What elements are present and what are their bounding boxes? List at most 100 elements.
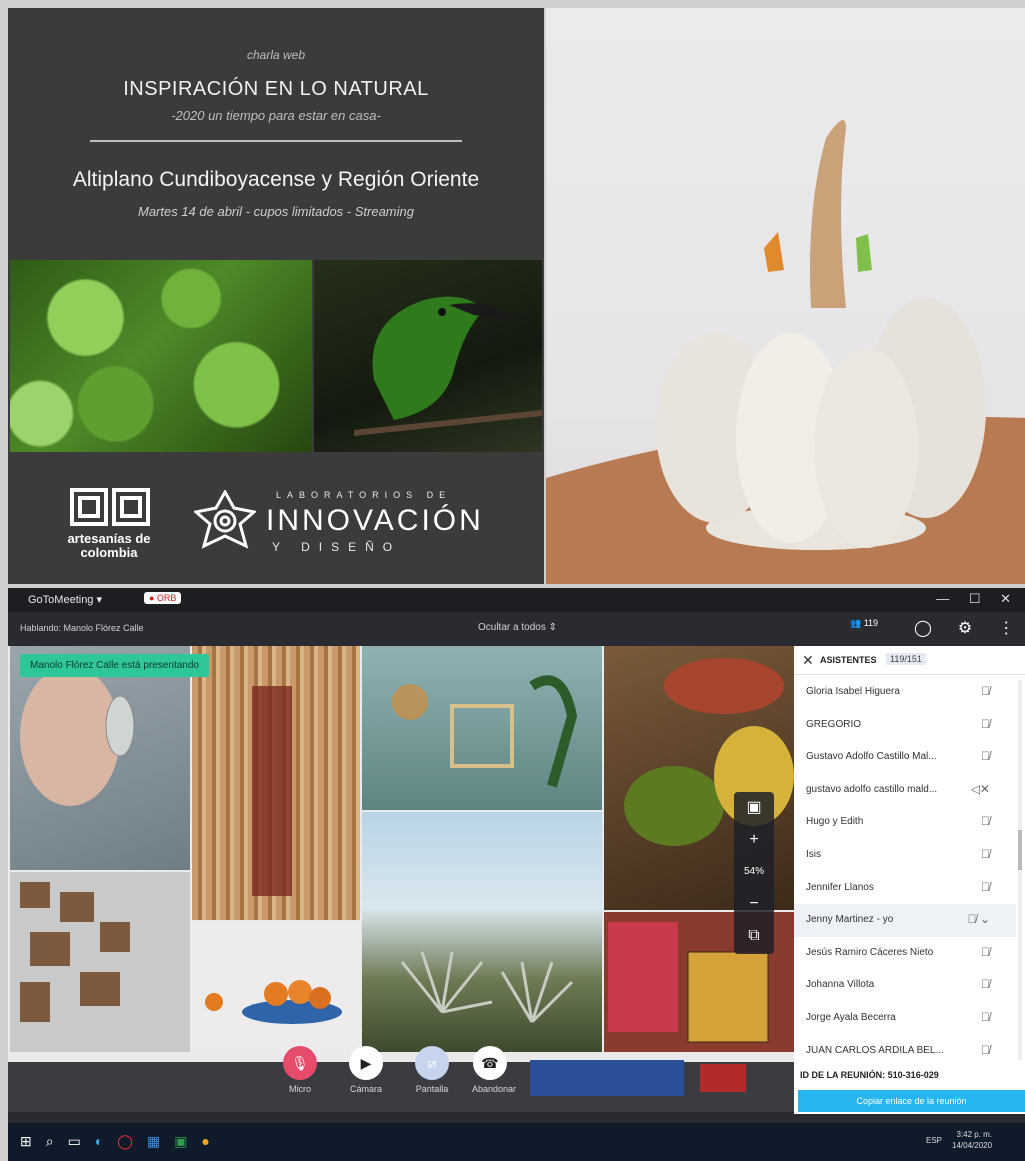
attendee-row[interactable]: Gustavo Adolfo Castillo Mal... 🎙̸ [794,741,1016,774]
excel-icon[interactable]: ▣ [174,1133,201,1149]
event-poster: charla web INSPIRACIÓN EN LO NATURAL -20… [8,8,544,584]
attendee-name: Gustavo Adolfo Castillo Mal... [806,751,937,763]
attendee-row[interactable]: Hugo y Edith 🎙̸ [794,806,1016,839]
poster-date: Martes 14 de abril - cupos limitados - S… [137,204,414,219]
mic-off-icon[interactable]: 🎙̸ [981,977,990,991]
taskbar-icons[interactable]: ⊞⌕▭◐◯▦▣● [20,1133,224,1150]
screen-control[interactable]: ⧄ Pantalla [414,1046,450,1094]
gotomeeting-icon[interactable]: ● [201,1133,223,1149]
attendee-row[interactable]: gustavo adolfo castillo mald... ◁✕ [794,774,1016,807]
mic-off-icon[interactable]: 🎙̸ ⌄ [968,912,990,926]
opera-icon[interactable]: ◯ [117,1133,147,1149]
leave-label: Abandonar [472,1084,517,1094]
mic-off-icon[interactable]: 🎙̸ [981,1043,990,1057]
poster-logos: artesanías de colombia LABORATORIOS DE I… [8,454,544,584]
poster-kicker: charla web [246,48,306,62]
zoom-controls: ▣ + 54% − ⧉ [734,792,774,954]
attendee-name: Gloria Isabel Higuera [806,686,900,697]
app-menu[interactable]: GoToMeeting ▾ [28,593,102,606]
meeting-screen: GoToMeeting ▾ ● ORB — ☐ ✕ Hablando: Mano… [8,588,1025,1161]
attendees-header: ✕ ASISTENTES 119/151 [794,646,1025,675]
presenting-banner: Manolo Flórez Calle está presentando [20,654,209,677]
mic-off-icon[interactable]: 🎙̸ [981,717,990,731]
recording-badge[interactable]: ● ORB [144,592,182,604]
poster-divider [90,140,462,142]
slide-footer-banner [530,1060,684,1096]
attendees-panel: ✕ ASISTENTES 119/151 Gloria Isabel Higue… [794,646,1025,1114]
clock-date: 14/04/2020 [952,1141,993,1150]
attendee-name: Hugo y Edith [806,816,864,828]
attendee-row[interactable]: Jorge Ayala Becerra 🎙̸ [794,1002,1016,1035]
attendee-name: gustavo adolfo castillo mald... [806,783,938,795]
toolbar-icons[interactable]: ◯⚙⋮ [914,618,1025,638]
lab-emblem-icon [194,490,256,549]
clock[interactable]: 3:42 p. m. 14/04/2020 [952,1129,992,1151]
title-bar: GoToMeeting ▾ ● ORB — ☐ ✕ [8,588,1025,612]
attendee-row[interactable]: Gloria Isabel Higuera 🎙̸ [794,676,1016,709]
meeting-controls-bar: 🎙 Micro ▶ Cámara ⧄ Pantalla ☎ Abandonar [8,1046,794,1112]
copy-link-button[interactable]: Copiar enlace de la reunión [798,1090,1025,1112]
mic-control[interactable]: 🎙 Micro [282,1046,318,1094]
more-icon[interactable]: ⋮ [998,620,1025,637]
lab-logo-top: LABORATORIOS DE [276,490,452,500]
attendee-row[interactable]: Jennifer Llanos 🎙̸ [794,872,1016,905]
people-count: 119 [863,618,879,628]
speaking-indicator: Hablando: Manolo Flórez Calle [20,623,144,633]
mic-off-icon[interactable]: 🎙̸ [981,749,990,763]
attendee-row[interactable]: Isis 🎙̸ [794,839,1016,872]
attendee-row[interactable]: JUAN CARLOS ARDILA BEL... 🎙̸ [794,1035,1016,1068]
mic-off-icon[interactable]: 🎙̸ [981,880,990,894]
window-controls[interactable]: — ☐ ✕ [936,591,1019,607]
poster-title: INSPIRACIÓN EN LO NATURAL [123,78,429,100]
attendee-name: Jesús Ramiro Cáceres Nieto [806,946,934,958]
windows-taskbar: ⊞⌕▭◐◯▦▣● ESP 3:42 p. m. 14/04/2020 [8,1123,1025,1161]
fit-screen-icon[interactable]: ⧉ [734,920,774,952]
language-indicator[interactable]: ESP [926,1136,942,1145]
windows-start-icon[interactable]: ⊞ [20,1133,46,1149]
artesanias-logo [70,488,150,526]
bird-photo [314,260,542,452]
scrollbar-thumb[interactable] [1018,830,1022,870]
store-icon[interactable]: ▦ [147,1133,174,1149]
attendee-row[interactable]: Johanna Villota 🎙̸ [794,969,1016,1002]
leaves-photo [10,260,312,452]
camera-off-icon[interactable]: ▶ [349,1046,383,1080]
attendee-row-self[interactable]: Jenny Martinez - yo 🎙̸ ⌄ [794,904,1016,937]
mic-off-icon[interactable]: 🎙̸ [981,814,990,828]
mic-off-icon[interactable]: 🎙̸ [981,945,990,959]
chat-icon[interactable]: ◯ [914,620,958,637]
poster-tagline: -2020 un tiempo para estar en casa- [171,108,381,123]
attendee-name: GREGORIO [806,718,862,730]
mic-off-icon[interactable]: 🎙̸ [981,847,990,861]
phone-hangup-icon[interactable]: ☎ [473,1046,507,1080]
settings-icon[interactable]: ⚙ [958,620,998,637]
screenshot-icon[interactable]: ▣ [734,792,774,824]
hide-all-button[interactable]: Ocultar a todos ⇕ [478,622,557,633]
attendee-row[interactable]: Jesús Ramiro Cáceres Nieto 🎙̸ [794,937,1016,970]
attendees-scrollbar[interactable] [1018,680,1022,1060]
task-view-icon[interactable]: ▭ [68,1133,95,1149]
search-icon[interactable]: ⌕ [46,1133,68,1149]
attendee-name: Isis [806,848,821,860]
attendees-title: ASISTENTES [820,655,877,665]
attendee-name: Jorge Ayala Becerra [806,1011,896,1023]
speaker-off-icon[interactable]: ◁✕ [971,782,990,796]
screen-share-icon[interactable]: ⧄ [415,1046,449,1080]
clock-time: 3:42 p. m. [956,1130,993,1139]
edge-icon[interactable]: ◐ [95,1133,117,1149]
zoom-out-button[interactable]: − [734,888,774,920]
zoom-in-button[interactable]: + [734,824,774,856]
close-icon[interactable]: ✕ [802,652,814,669]
mic-off-icon[interactable]: 🎙̸ [981,684,990,698]
attendees-toggle[interactable]: 👥 119 [850,618,878,629]
mic-muted-icon[interactable]: 🎙 [283,1046,317,1080]
lab-logo-bottom: Y DISEÑO [272,540,402,554]
camera-control[interactable]: ▶ Cámara [348,1046,384,1094]
leave-control[interactable]: ☎ Abandonar [472,1046,517,1094]
attendee-name: Johanna Villota [806,979,875,991]
camera-label: Cámara [349,1084,382,1094]
poster-region: Altiplano Cundiboyacense y Región Orient… [72,168,480,191]
attendee-row[interactable]: GREGORIO 🎙̸ [794,709,1016,742]
info-bar: Hablando: Manolo Flórez Calle Ocultar a … [8,612,1025,646]
mic-off-icon[interactable]: 🎙̸ [981,1010,990,1024]
